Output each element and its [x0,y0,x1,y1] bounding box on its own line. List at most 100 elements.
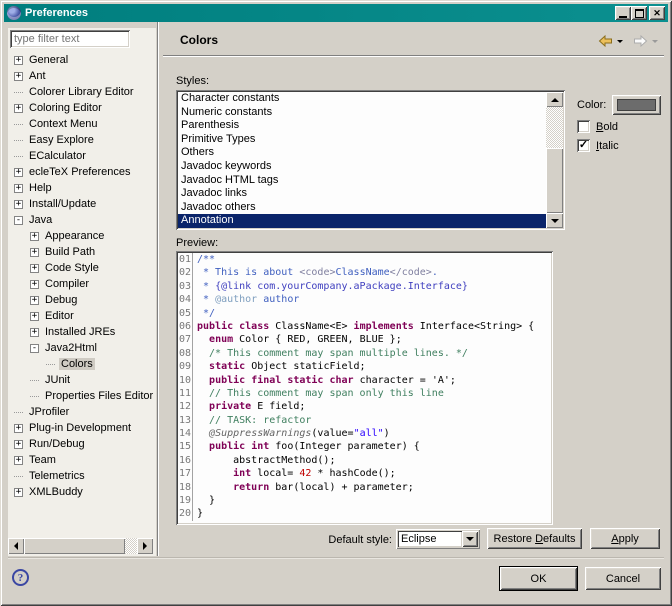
preview-label: Preview: [176,237,218,249]
tree-item-context-menu[interactable]: Context Menu [8,116,156,132]
tree-item-coloring-editor[interactable]: +Coloring Editor [8,100,156,116]
tree-item-java[interactable]: -Java [8,212,156,228]
expand-icon[interactable]: + [14,56,23,65]
style-item-javadoc-others[interactable]: Javadoc others [178,201,546,215]
scroll-right-button[interactable] [137,538,153,554]
expand-icon[interactable]: + [14,184,23,193]
style-item-javadoc-keywords[interactable]: Javadoc keywords [178,160,546,174]
tree-item-editor[interactable]: +Editor [8,308,156,324]
tree-item-compiler[interactable]: +Compiler [8,276,156,292]
default-style-combo[interactable]: Eclipse [396,529,480,549]
expand-icon[interactable]: + [30,232,39,241]
tree-item-general[interactable]: +General [8,52,156,68]
apply-button[interactable]: Apply [590,528,660,549]
expand-icon[interactable]: + [14,200,23,209]
tree-item-team[interactable]: +Team [8,452,156,468]
tree-item-ecalculator[interactable]: ECalculator [8,148,156,164]
expand-icon[interactable]: + [30,280,39,289]
tree-item-telemetrics[interactable]: Telemetrics [8,468,156,484]
styles-scrollbar[interactable] [546,92,563,228]
tree-item-installed-jres[interactable]: +Installed JREs [8,324,156,340]
expand-icon[interactable]: + [30,264,39,273]
expand-icon[interactable]: + [30,328,39,337]
expand-icon[interactable]: + [14,168,23,177]
filter-input[interactable] [10,30,130,48]
restore-defaults-button[interactable]: Restore Defaults [487,528,582,549]
italic-checkbox[interactable]: ✓ [577,139,590,152]
collapse-icon[interactable]: - [30,344,39,353]
code-line: 20} [178,507,551,520]
tree-item-easy-explore[interactable]: Easy Explore [8,132,156,148]
collapse-icon[interactable]: - [14,216,23,225]
tree-item-properties-files-editor[interactable]: Properties Files Editor [8,388,156,404]
scroll-left-button[interactable] [8,538,24,554]
code-line: 03 * {@link com.yourCompany.aPackage.Int… [178,280,551,293]
scroll-up-button[interactable] [546,92,563,107]
close-button[interactable]: ✕ [649,6,665,20]
forward-icon[interactable] [632,33,649,49]
tree-item-label: JProfiler [27,406,71,418]
tree-item-junit[interactable]: JUnit [8,372,156,388]
style-item-primitive-types[interactable]: Primitive Types [178,133,546,147]
tree-item-help[interactable]: +Help [8,180,156,196]
ok-button[interactable]: OK [500,567,577,590]
tree-item-build-path[interactable]: +Build Path [8,244,156,260]
tree-item-ant[interactable]: +Ant [8,68,156,84]
chevron-down-icon [466,537,474,541]
code-line: 11 // This comment may span only this li… [178,387,551,400]
tree-item-plug-in-development[interactable]: + Plug-in Development [8,420,156,436]
style-item-javadoc-html-tags[interactable]: Javadoc HTML tags [178,174,546,188]
panel-sash[interactable] [157,22,159,556]
tree-item-xmlbuddy[interactable]: +XMLBuddy [8,484,156,500]
tree-item-install-update[interactable]: +Install/Update [8,196,156,212]
back-history-dropdown-icon[interactable] [617,40,623,43]
tree-item-label: Plug-in Development [27,422,133,434]
expand-icon[interactable]: + [14,72,23,81]
style-item-javadoc-links[interactable]: Javadoc links [178,187,546,201]
tree-connector [46,364,55,365]
tree-item-jprofiler[interactable]: JProfiler [8,404,156,420]
preview-box: 01/**02 * This is about <code>ClassName<… [176,251,553,525]
line-number: 18 [178,481,193,494]
help-button[interactable]: ? [12,569,29,586]
tree-item-run-debug[interactable]: +Run/Debug [8,436,156,452]
expand-icon[interactable]: + [14,424,23,433]
style-item-character-constants[interactable]: Character constants [178,92,546,106]
style-item-others[interactable]: Others [178,146,546,160]
style-item-annotation[interactable]: Annotation [178,214,546,228]
tree-item-ecletex-preferences[interactable]: +ecleTeX Preferences [8,164,156,180]
style-item-parenthesis[interactable]: Parenthesis [178,119,546,133]
style-item-numeric-constants[interactable]: Numeric constants [178,106,546,120]
titlebar[interactable]: Preferences ✕ [4,4,668,22]
maximize-button[interactable] [631,6,647,20]
expand-icon[interactable]: + [30,312,39,321]
expand-icon[interactable]: + [30,248,39,257]
bold-checkbox[interactable] [577,120,590,133]
code-line: 09 static Object staticField; [178,360,551,373]
scrollbar-thumb[interactable] [24,538,125,554]
color-swatch-button[interactable] [612,95,661,115]
minimize-button[interactable] [615,6,631,20]
combo-dropdown-button[interactable] [462,531,478,547]
expand-icon[interactable]: + [14,440,23,449]
tree-item-appearance[interactable]: + Appearance [8,228,156,244]
tree-item-java2html[interactable]: -Java2Html [8,340,156,356]
cancel-button[interactable]: Cancel [585,567,661,590]
expand-icon[interactable]: + [14,104,23,113]
scrollbar-thumb[interactable] [546,148,563,213]
tree-connector [14,92,23,93]
tree-item-colors[interactable]: Colors [8,356,156,372]
tree-horizontal-scrollbar[interactable] [8,538,153,554]
tree-item-colorer-library-editor[interactable]: Colorer Library Editor [8,84,156,100]
back-icon[interactable] [597,33,614,49]
tree-item-code-style[interactable]: +Code Style [8,260,156,276]
tree-item-label: Appearance [43,230,106,242]
forward-history-dropdown-icon[interactable] [652,40,658,43]
line-number: 17 [178,467,193,480]
line-number: 06 [178,320,193,333]
scroll-down-button[interactable] [546,213,563,228]
expand-icon[interactable]: + [14,456,23,465]
tree-item-debug[interactable]: +Debug [8,292,156,308]
expand-icon[interactable]: + [14,488,23,497]
expand-icon[interactable]: + [30,296,39,305]
